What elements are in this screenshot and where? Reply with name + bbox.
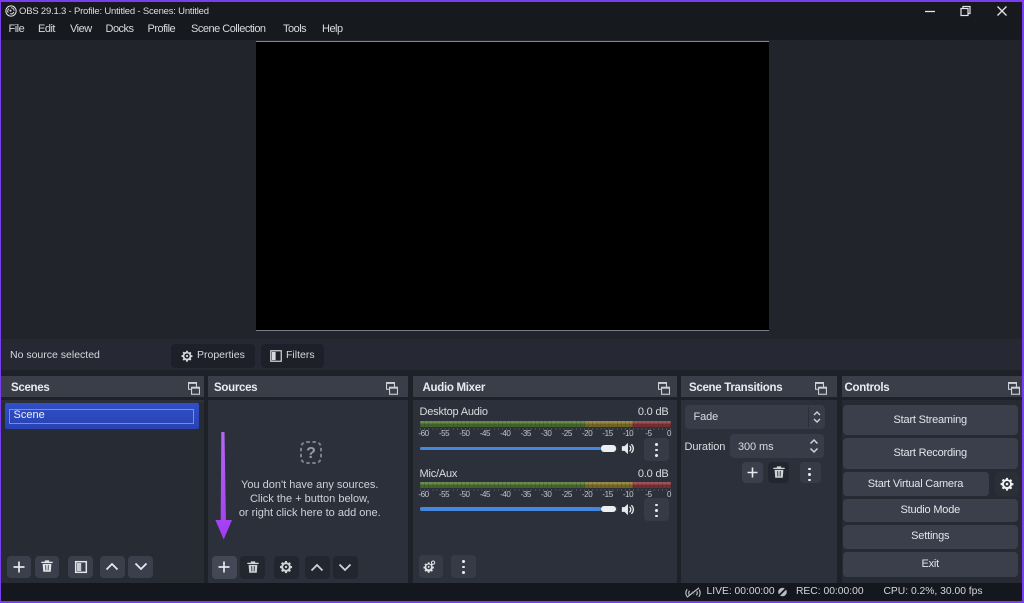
svg-text:?: ? <box>306 445 316 462</box>
